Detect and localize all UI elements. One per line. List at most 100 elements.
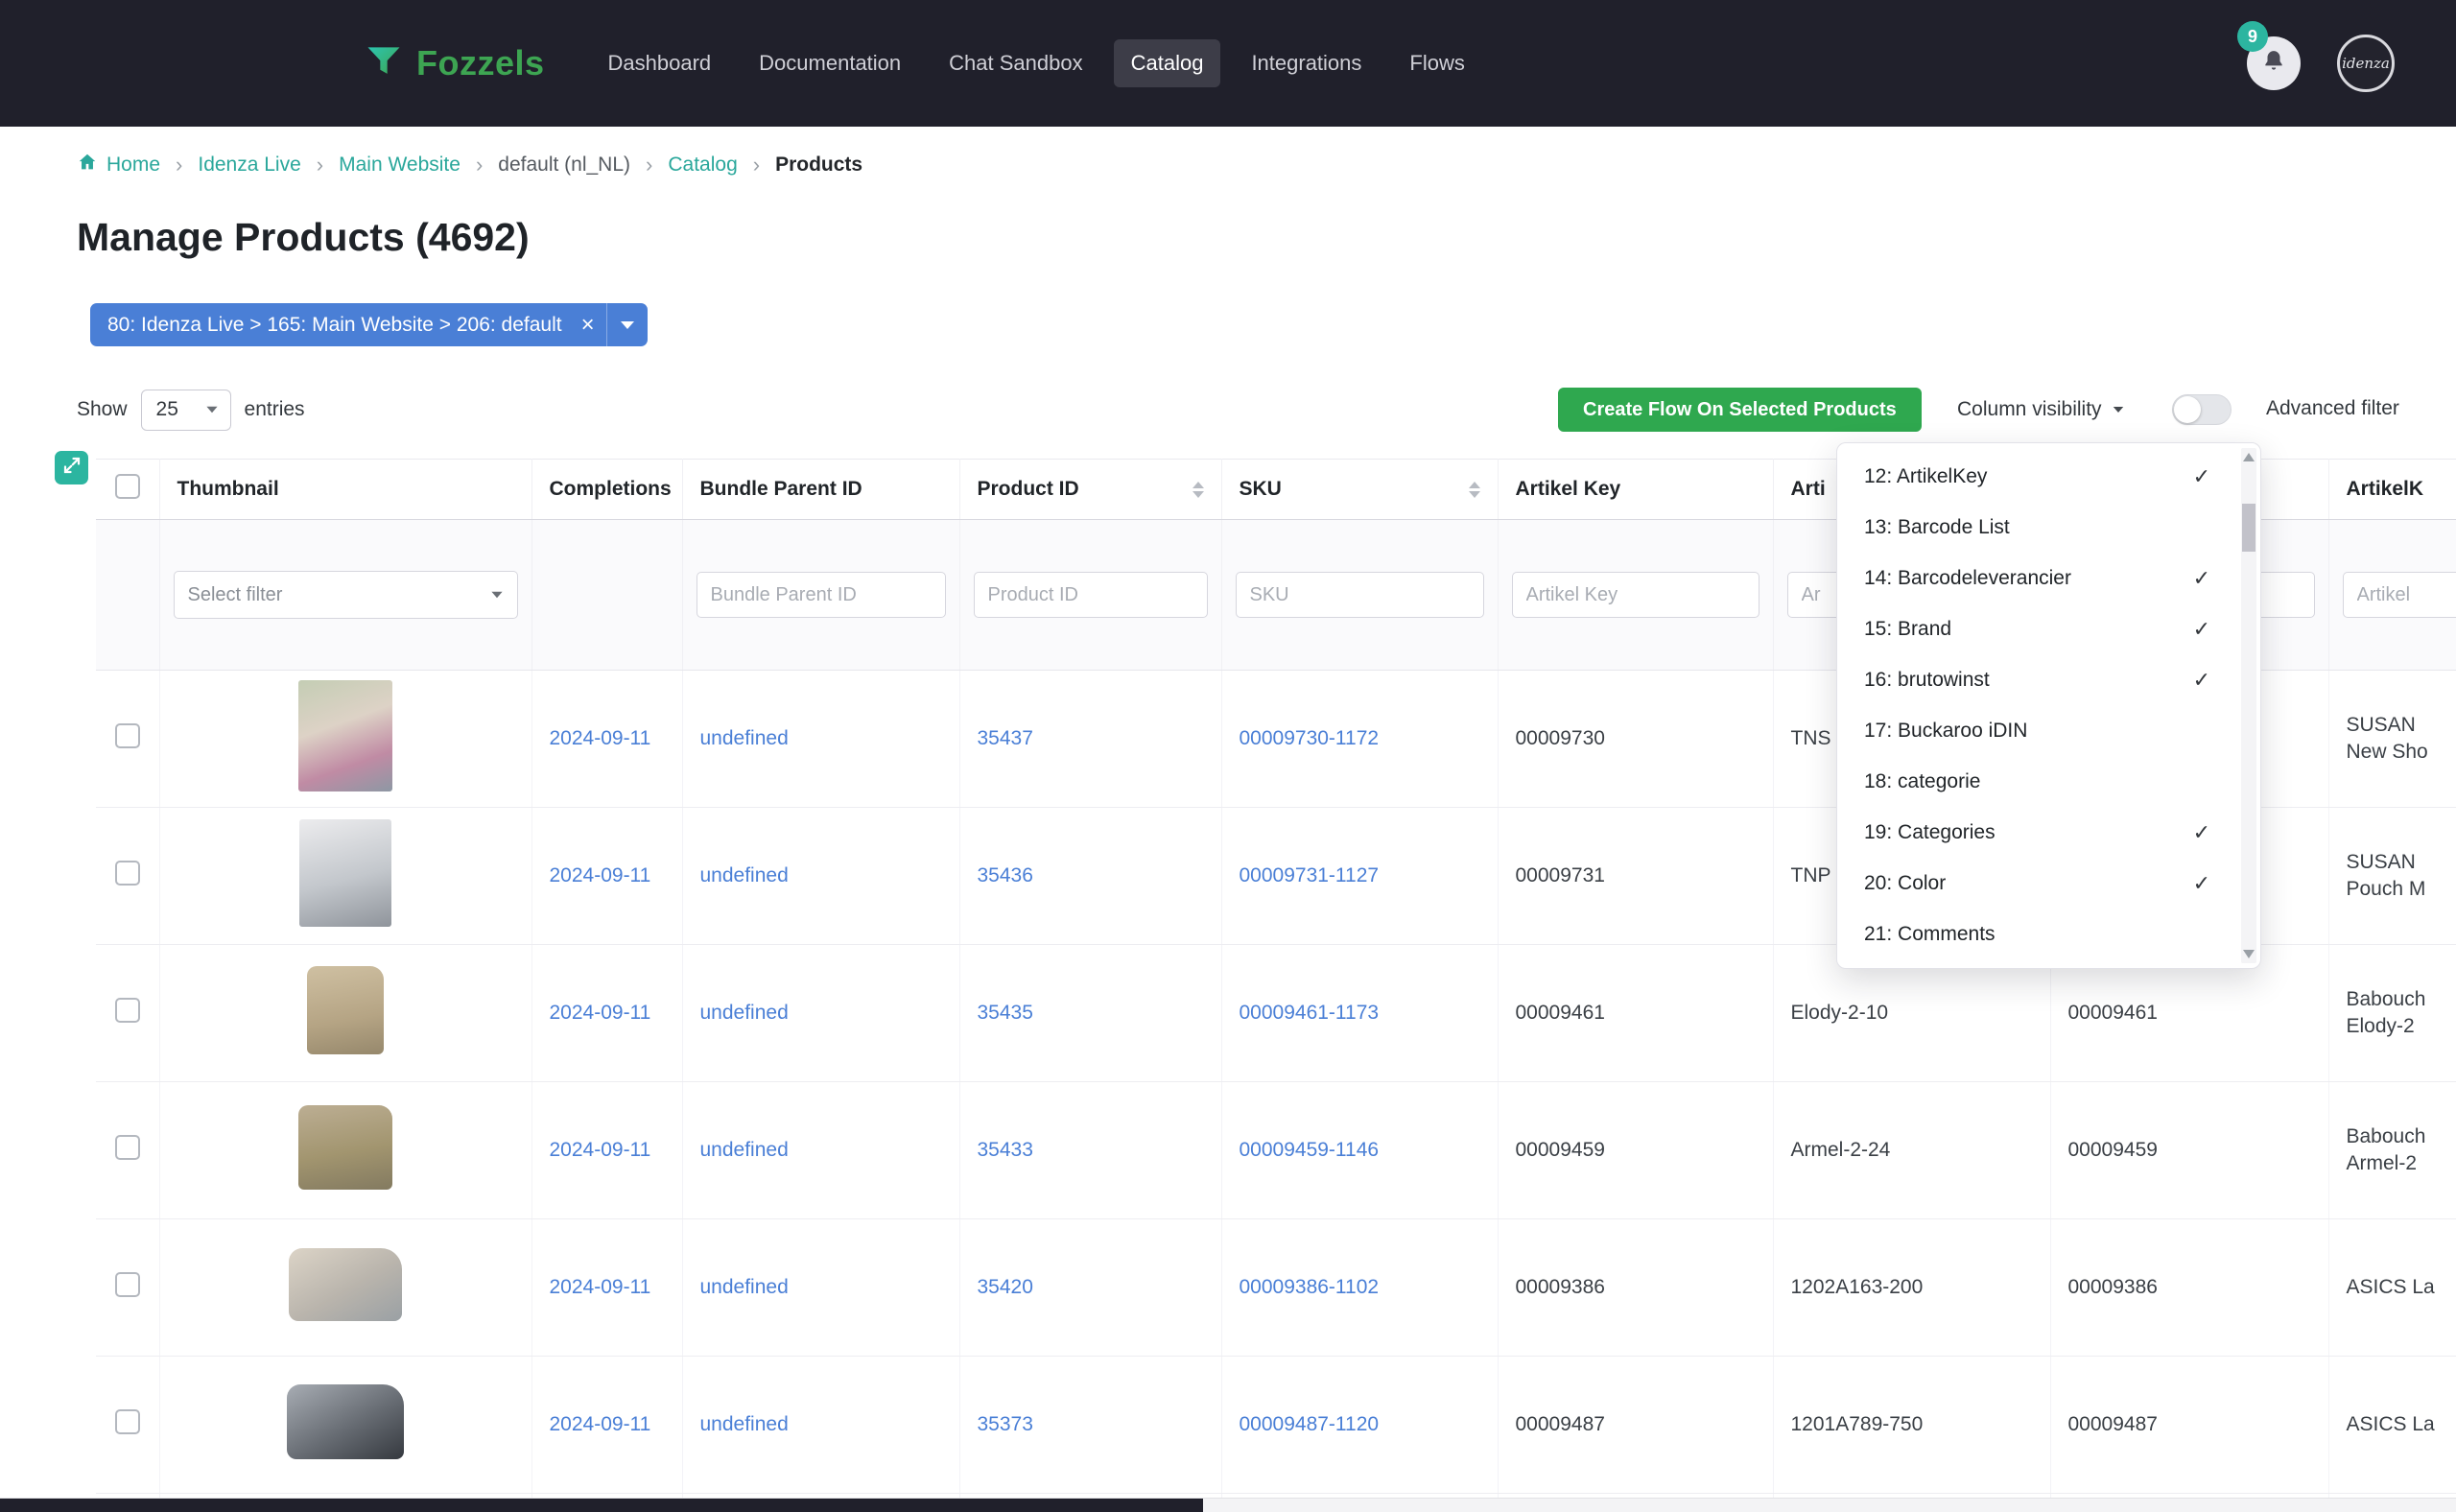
row-checkbox[interactable] xyxy=(115,723,140,748)
product-id-link[interactable]: 35436 xyxy=(978,864,1033,886)
column-menu-item-categorie[interactable]: 18: categorie xyxy=(1837,756,2260,807)
product-thumbnail[interactable] xyxy=(307,966,384,1054)
breadcrumb-idenza-live[interactable]: Idenza Live xyxy=(198,154,300,177)
thumbnail-filter-select[interactable]: Select filter xyxy=(174,571,518,619)
row-checkbox[interactable] xyxy=(115,1135,140,1160)
completions-link[interactable]: 2024-09-11 xyxy=(550,1002,651,1024)
scope-filter-chip[interactable]: 80: Idenza Live > 165: Main Website > 20… xyxy=(90,303,648,346)
row-checkbox[interactable] xyxy=(115,1409,140,1434)
hidden-column-value: 00009459 xyxy=(2068,1139,2158,1161)
row-checkbox[interactable] xyxy=(115,998,140,1023)
bundle-parent-link[interactable]: undefined xyxy=(700,1413,789,1435)
sort-icon[interactable] xyxy=(1193,482,1204,498)
scroll-down-icon[interactable] xyxy=(2243,950,2255,958)
product-thumbnail[interactable] xyxy=(298,1105,392,1190)
advanced-filter-label[interactable]: Advanced filter xyxy=(2266,397,2399,420)
product-thumbnail[interactable] xyxy=(298,680,392,791)
bundle-parent-link[interactable]: undefined xyxy=(700,864,789,886)
sort-icon[interactable] xyxy=(1469,482,1480,498)
scrollbar-thumb[interactable] xyxy=(2242,504,2255,552)
scroll-up-icon[interactable] xyxy=(2243,453,2255,461)
horizontal-scrollbar-thumb[interactable] xyxy=(0,1499,1203,1512)
nav-item-flows[interactable]: Flows xyxy=(1392,39,1481,87)
header-product-id[interactable]: Product ID xyxy=(959,460,1221,520)
product-id-filter-input[interactable] xyxy=(974,572,1208,618)
column-menu-item-categories[interactable]: 19: Categories ✓ xyxy=(1837,807,2260,858)
bundle-parent-link[interactable]: undefined xyxy=(700,1002,789,1024)
product-id-link[interactable]: 35420 xyxy=(978,1276,1033,1298)
menu-scrollbar[interactable] xyxy=(2241,448,2256,963)
completions-link[interactable]: 2024-09-11 xyxy=(550,864,651,886)
expand-table-button[interactable] xyxy=(55,451,88,484)
bundle-parent-link[interactable]: undefined xyxy=(700,727,789,749)
header-artikel-name[interactable]: ArtikelK xyxy=(2328,460,2456,520)
sku-link[interactable]: 00009459-1146 xyxy=(1240,1139,1380,1161)
column-menu-item-barcodeleverancier[interactable]: 14: Barcodeleverancier ✓ xyxy=(1837,553,2260,603)
header-thumbnail[interactable]: Thumbnail xyxy=(159,460,531,520)
completions-link[interactable]: 2024-09-11 xyxy=(550,727,651,749)
product-thumbnail[interactable] xyxy=(299,819,391,927)
header-completions[interactable]: Completions xyxy=(531,460,682,520)
chip-caret-button[interactable] xyxy=(607,321,648,329)
advanced-filter-toggle[interactable] xyxy=(2172,394,2232,425)
column-menu-item-color[interactable]: 20: Color ✓ xyxy=(1837,858,2260,909)
close-icon[interactable]: × xyxy=(570,312,606,339)
product-id-link[interactable]: 35373 xyxy=(978,1413,1033,1435)
bell-icon xyxy=(2261,49,2286,79)
row-checkbox[interactable] xyxy=(115,861,140,886)
bundle-parent-link[interactable]: undefined xyxy=(700,1276,789,1298)
column-menu-item-buckaroo-idin[interactable]: 17: Buckaroo iDIN xyxy=(1837,705,2260,756)
bundle-parent-link[interactable]: undefined xyxy=(700,1139,789,1161)
artikel-key-filter-input[interactable] xyxy=(1512,572,1759,618)
header-bundle-parent-id[interactable]: Bundle Parent ID xyxy=(682,460,959,520)
artikel-name-filter-input[interactable] xyxy=(2343,572,2456,618)
completions-link[interactable]: 2024-09-11 xyxy=(550,1413,651,1435)
toggle-knob xyxy=(2174,396,2201,423)
column-menu-item-comments[interactable]: 21: Comments xyxy=(1837,909,2260,959)
row-checkbox[interactable] xyxy=(115,1272,140,1297)
filter-cell-empty xyxy=(96,520,159,671)
page-title: Manage Products (4692) xyxy=(77,215,2456,260)
create-flow-button[interactable]: Create Flow On Selected Products xyxy=(1558,388,1922,432)
column-menu-item-brutowinst[interactable]: 16: brutowinst ✓ xyxy=(1837,654,2260,705)
column-visibility-button[interactable]: Column visibility xyxy=(1957,388,2125,432)
brand-logo[interactable]: Fozzels xyxy=(363,40,545,87)
check-icon: ✓ xyxy=(2193,820,2210,845)
sku-link[interactable]: 00009730-1172 xyxy=(1240,727,1380,749)
product-thumbnail[interactable] xyxy=(287,1384,404,1459)
column-menu-item-barcode-list[interactable]: 13: Barcode List xyxy=(1837,502,2260,553)
column-menu-item-brand[interactable]: 15: Brand ✓ xyxy=(1837,603,2260,654)
hidden-column-value: 00009461 xyxy=(2068,1002,2158,1024)
bundle-parent-filter-input[interactable] xyxy=(697,572,946,618)
nav-item-integrations[interactable]: Integrations xyxy=(1234,39,1379,87)
breadcrumb-home[interactable]: Home xyxy=(77,152,160,178)
completions-link[interactable]: 2024-09-11 xyxy=(550,1276,651,1298)
breadcrumb-main-website[interactable]: Main Website xyxy=(339,154,460,177)
column-menu-item-artikelkey[interactable]: 12: ArtikelKey ✓ xyxy=(1837,451,2260,502)
nav-item-documentation[interactable]: Documentation xyxy=(742,39,918,87)
top-navbar: Fozzels Dashboard Documentation Chat San… xyxy=(0,0,2456,127)
sku-link[interactable]: 00009461-1173 xyxy=(1240,1002,1380,1024)
product-id-link[interactable]: 35433 xyxy=(978,1139,1033,1161)
nav-item-dashboard[interactable]: Dashboard xyxy=(591,39,729,87)
header-artikel-key[interactable]: Artikel Key xyxy=(1498,460,1773,520)
check-icon: ✓ xyxy=(2193,871,2210,896)
sku-link[interactable]: 00009731-1127 xyxy=(1240,864,1380,886)
completions-link[interactable]: 2024-09-11 xyxy=(550,1139,651,1161)
header-sku[interactable]: SKU xyxy=(1221,460,1498,520)
sku-filter-input[interactable] xyxy=(1236,572,1484,618)
nav-item-chat-sandbox[interactable]: Chat Sandbox xyxy=(932,39,1099,87)
page-size-select[interactable]: 25 xyxy=(141,390,231,431)
artikel-key-value: 00009459 xyxy=(1516,1139,1605,1161)
product-id-link[interactable]: 35435 xyxy=(978,1002,1033,1024)
product-id-link[interactable]: 35437 xyxy=(978,727,1033,749)
sku-link[interactable]: 00009386-1102 xyxy=(1240,1276,1380,1298)
user-avatar[interactable]: idenza xyxy=(2337,35,2395,92)
horizontal-scrollbar[interactable] xyxy=(0,1498,2456,1512)
product-thumbnail[interactable] xyxy=(289,1248,402,1321)
select-all-checkbox[interactable] xyxy=(115,474,140,499)
nav-item-catalog[interactable]: Catalog xyxy=(1114,39,1221,87)
breadcrumb-catalog[interactable]: Catalog xyxy=(668,154,737,177)
breadcrumb-separator: › xyxy=(646,153,652,177)
sku-link[interactable]: 00009487-1120 xyxy=(1240,1413,1380,1435)
